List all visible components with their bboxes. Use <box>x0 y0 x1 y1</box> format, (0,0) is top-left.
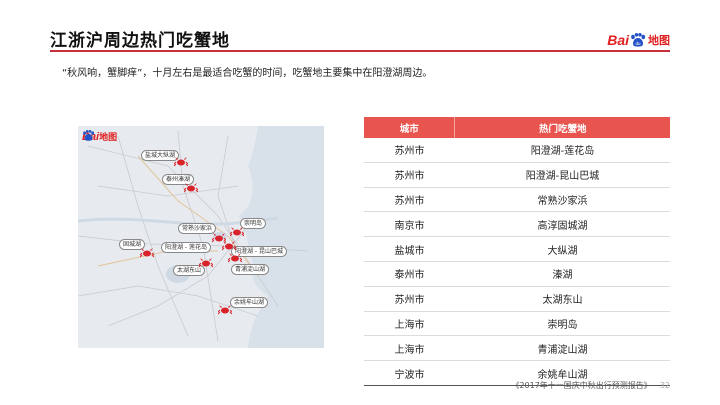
footer-source: 《2017年十一国庆中秋出行预测报告》 32 <box>511 380 670 391</box>
cell-city: 苏州市 <box>364 162 455 188</box>
crab-icon <box>174 157 188 167</box>
cell-city: 苏州市 <box>364 138 455 163</box>
cell-place: 高淳固城湖 <box>454 211 670 238</box>
cell-city: 上海市 <box>364 335 455 362</box>
cell-place: 溱湖 <box>454 261 670 287</box>
cell-place: 太湖东山 <box>454 286 670 312</box>
cell-place: 大纵湖 <box>454 236 670 262</box>
paw-icon <box>83 130 95 141</box>
map-background <box>78 126 324 348</box>
cell-place: 阳澄湖-莲花岛 <box>454 138 670 163</box>
paw-icon: du <box>631 33 646 47</box>
map-label-dianshanhu: 青浦淀山湖 <box>231 264 270 275</box>
cell-place: 青浦淀山湖 <box>454 335 670 362</box>
crab-icon <box>140 248 154 258</box>
map-logo: Bai 地图 <box>82 130 117 143</box>
cell-city: 苏州市 <box>364 187 455 213</box>
page-title: 江浙沪周边热门吃蟹地 <box>50 31 230 51</box>
crab-places-table: 城市 热门吃蟹地 苏州市 阳澄湖-莲花岛 苏州市 阳澄湖-昆山巴城 苏州市 常熟沙家浜… <box>364 117 670 386</box>
page-number: 32 <box>659 381 670 390</box>
svg-text:du: du <box>635 41 641 46</box>
subtitle: “秋风响，蟹脚痒”，十月左右是最适合吃蟹的时间，吃蟹地主要集中在阳澄湖周边。 <box>62 68 433 79</box>
table-row: 苏州市 常熟沙家浜 <box>364 187 670 213</box>
crab-icon <box>230 227 244 237</box>
map-label-shajiabang: 常熟沙家浜 <box>178 223 217 234</box>
source-text: 《2017年十一国庆中秋出行预测报告》 <box>511 381 652 390</box>
crab-icon <box>199 258 213 268</box>
table-row: 上海市 青浦淀山湖 <box>364 335 670 362</box>
cell-city: 泰州市 <box>364 261 455 287</box>
cell-city: 上海市 <box>364 311 455 337</box>
crab-icon <box>222 241 236 251</box>
title-rule <box>50 50 670 52</box>
cell-place: 常熟沙家浜 <box>454 187 670 213</box>
table-row: 苏州市 阳澄湖-昆山巴城 <box>364 162 670 188</box>
table-header-row: 城市 热门吃蟹地 <box>364 117 670 138</box>
table-row: 泰州市 溱湖 <box>364 261 670 287</box>
cell-city: 苏州市 <box>364 286 455 312</box>
column-header-place: 热门吃蟹地 <box>454 117 670 138</box>
cell-city: 盐城市 <box>364 236 455 262</box>
cell-city: 南京市 <box>364 211 455 238</box>
table-row: 盐城市 大纵湖 <box>364 236 670 262</box>
map-label-lianhuadao: 阳澄湖 - 莲花岛 <box>161 242 211 253</box>
baidu-map-logo: Bai du 地图 <box>607 32 670 48</box>
table-row: 上海市 崇明岛 <box>364 311 670 337</box>
cell-place: 阳澄湖-昆山巴城 <box>454 162 670 188</box>
cell-place: 崇明岛 <box>454 311 670 337</box>
table-row: 南京市 高淳固城湖 <box>364 211 670 238</box>
column-header-city: 城市 <box>364 117 455 138</box>
crab-icon <box>218 305 232 315</box>
crab-icon <box>228 253 242 263</box>
cell-city: 宁波市 <box>364 360 455 386</box>
table-row: 苏州市 太湖东山 <box>364 286 670 312</box>
map-label-moushanhu: 余姚牟山湖 <box>230 297 269 308</box>
map-panel: Bai 地图 盐城大纵湖 泰州溱湖 常熟沙家浜 崇明岛 固城湖 阳澄湖 - 莲花… <box>78 126 324 348</box>
crab-icon <box>184 183 198 193</box>
table-row: 苏州市 阳澄湖-莲花岛 <box>364 138 670 163</box>
